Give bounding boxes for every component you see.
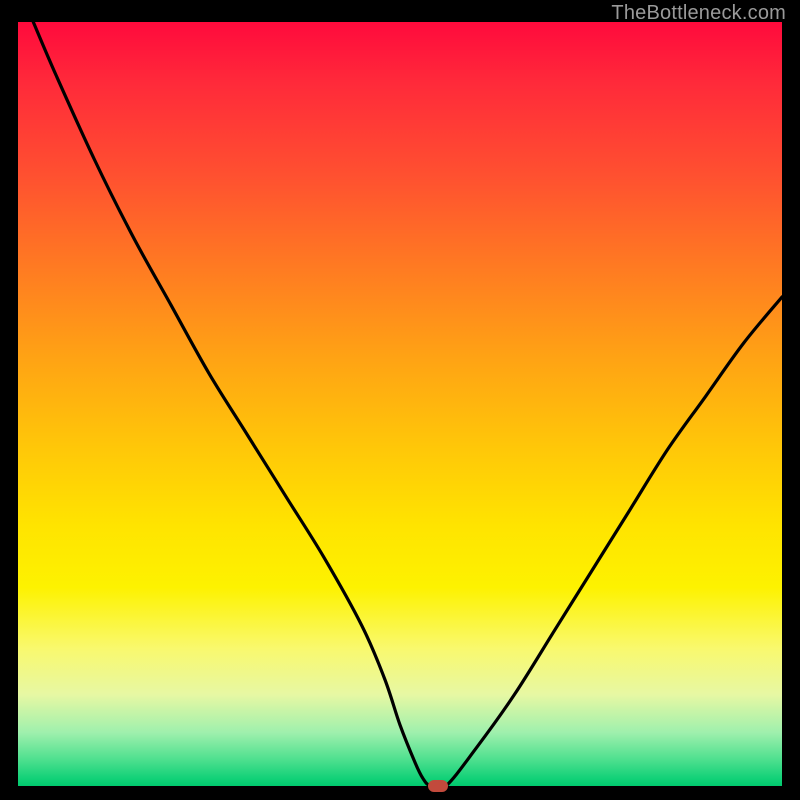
chart-stage: TheBottleneck.com — [0, 0, 800, 800]
plot-area — [18, 22, 782, 786]
gradient-background — [18, 22, 782, 786]
min-point-marker — [428, 780, 448, 792]
